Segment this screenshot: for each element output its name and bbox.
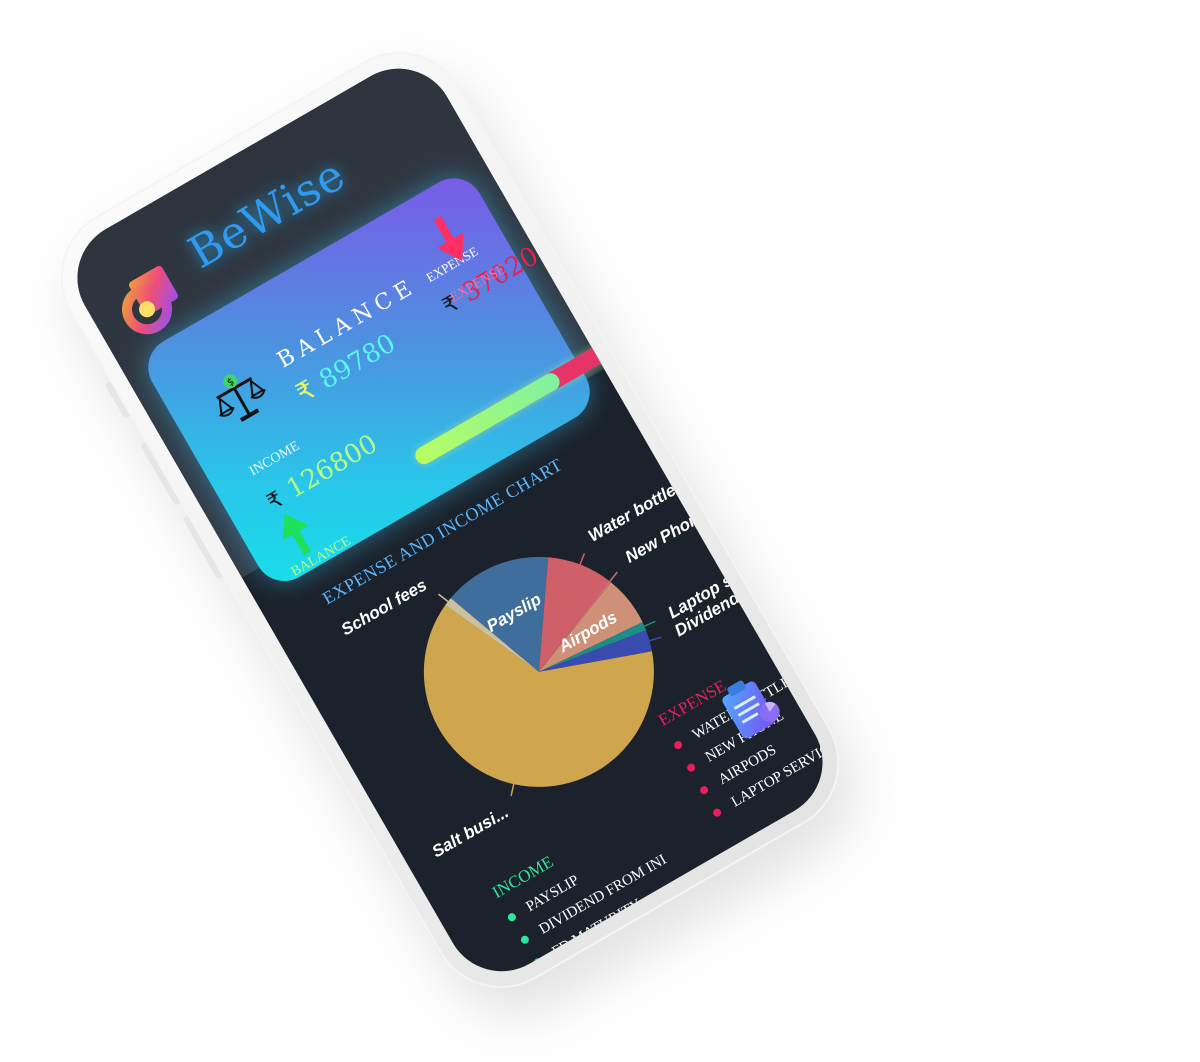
income-amount: ₹126800 <box>261 429 383 517</box>
legend-income-list: PAYSLIP DIVIDEND FROM INI FD MATURITY SA… <box>502 808 727 992</box>
pie-slice-label: Salt busi... <box>429 802 512 861</box>
legend-dot <box>506 911 518 923</box>
legend-dot <box>685 762 697 774</box>
legend-dot <box>711 807 723 819</box>
app-screen: BeWise $ BALANCE ₹89780 EXPENSE ₹37020 E… <box>57 48 843 992</box>
pie-leader-line <box>649 636 662 642</box>
legend-dot <box>532 956 544 968</box>
legend-dot <box>519 934 531 946</box>
legend-dot <box>545 979 557 991</box>
income-value: 126800 <box>281 428 383 505</box>
pie-leader-line <box>510 783 515 797</box>
pie-leader-line <box>609 571 618 582</box>
rupee-symbol: ₹ <box>291 374 321 410</box>
phone-frame: BeWise $ BALANCE ₹89780 EXPENSE ₹37020 E… <box>35 26 865 1014</box>
income-progress-fill <box>411 370 563 468</box>
pie-leader-line <box>579 553 586 565</box>
balance-progress-bar <box>411 342 610 468</box>
pie-leader-line <box>644 620 656 627</box>
legend-dot <box>698 784 710 796</box>
rupee-symbol: ₹ <box>262 487 288 516</box>
pie-leader-line <box>438 593 449 603</box>
mute-switch <box>104 381 131 419</box>
scale-dollar-icon: $ <box>216 374 266 422</box>
stage: BeWise $ BALANCE ₹89780 EXPENSE ₹37020 E… <box>0 0 1200 1062</box>
